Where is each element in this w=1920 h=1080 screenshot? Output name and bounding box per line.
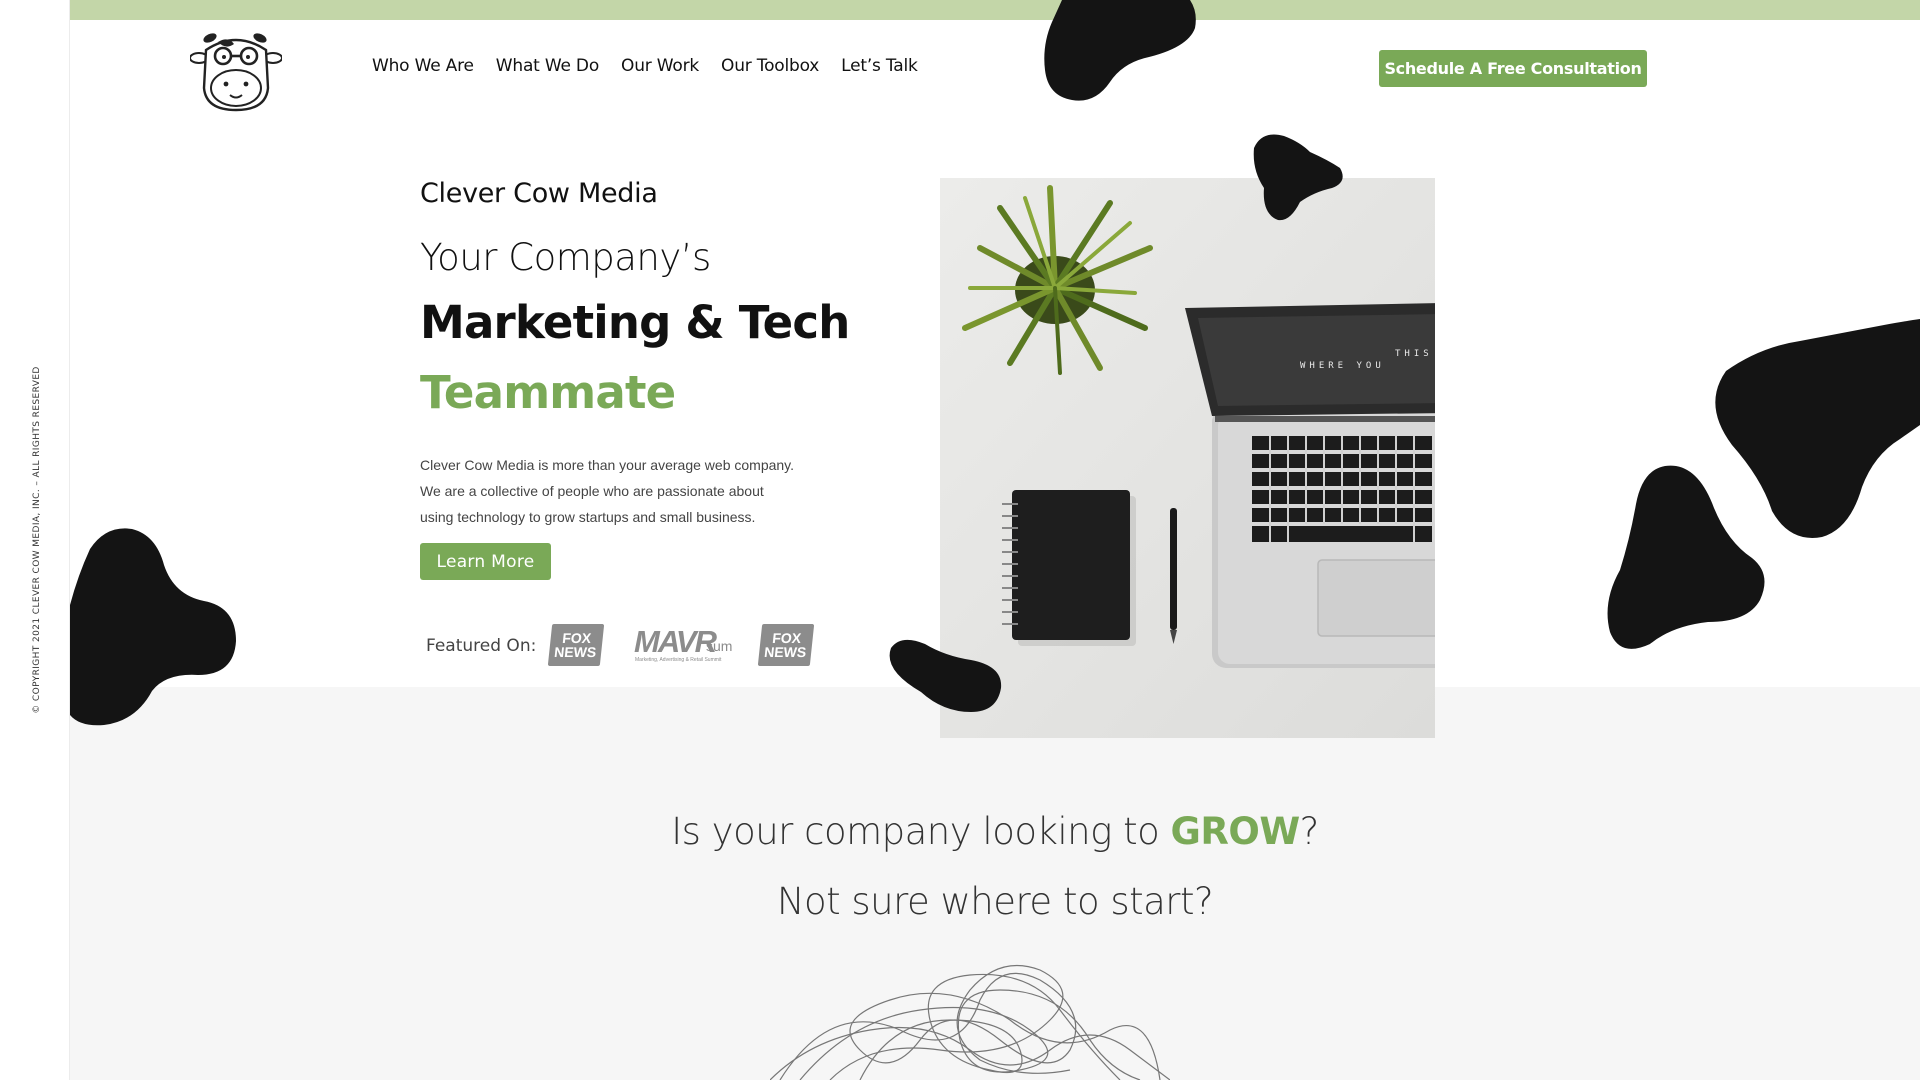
pen-icon: [1170, 508, 1177, 644]
nav-what-we-do[interactable]: What We Do: [496, 56, 599, 76]
top-accent-bar: [70, 0, 1920, 20]
hero-headline-line2: Marketing & Tech: [420, 296, 850, 349]
featured-on-label: Featured On:: [426, 636, 537, 656]
main-nav: Who We Are What We Do Our Work Our Toolb…: [372, 56, 918, 76]
laptop-icon: THIS IS WHERE YOU: [1185, 303, 1435, 668]
hero-description-line: We are a collective of people who are pa…: [420, 483, 764, 499]
mavrsum-logo-tagline: Marketing, Advertising & Retail Summit: [635, 657, 722, 663]
nav-our-work[interactable]: Our Work: [621, 56, 699, 76]
cow-spot-decoration: [70, 528, 236, 726]
copyright-text: © COPYRIGHT 2021 CLEVER COW MEDIA, INC. …: [32, 366, 42, 714]
laptop-screen-text: THIS IS: [1395, 349, 1435, 359]
cow-spot-decoration: [1044, 0, 1196, 101]
cow-face-logo-icon[interactable]: [190, 28, 282, 112]
notebook-icon: [1002, 490, 1136, 646]
hero-description-line: using technology to grow startups and sm…: [420, 509, 756, 525]
fox-news-logo-top: FOX: [561, 630, 592, 646]
section2-subtitle: Not sure where to start?: [776, 880, 1214, 923]
cow-spot-decoration: [1607, 465, 1765, 649]
section2-question: Is your company looking to GROW?: [70, 810, 1920, 853]
nav-who-we-are[interactable]: Who We Are: [372, 56, 474, 76]
cow-spot-decoration: [889, 639, 1002, 712]
tangled-line-illustration: [770, 964, 1170, 1080]
cow-spot-decoration: [1253, 134, 1343, 221]
laptop-screen-text: WHERE YOU: [1300, 361, 1385, 371]
hero-description: Clever Cow Media is more than your avera…: [420, 452, 840, 530]
side-rail: © COPYRIGHT 2021 CLEVER COW MEDIA, INC. …: [0, 0, 70, 1080]
fox-news-logo-top: FOX: [771, 630, 802, 646]
mavrsum-logo: MAVR sum Marketing, Advertising & Retail…: [634, 624, 742, 666]
fox-news-logo: FOX NEWS: [547, 624, 605, 666]
nav-our-toolbox[interactable]: Our Toolbox: [721, 56, 819, 76]
learn-more-button[interactable]: Learn More: [420, 543, 551, 580]
mavrsum-logo-suffix: sum: [706, 638, 733, 654]
mavrsum-logo-main: MAVR: [634, 624, 717, 659]
hero-headline-line1: Your Company’s: [420, 236, 711, 279]
hero-photo: THIS IS WHERE YOU: [940, 178, 1435, 738]
section2-grow-highlight: GROW: [1170, 810, 1301, 853]
fox-news-logo: FOX NEWS: [757, 624, 815, 666]
fox-news-logo-bottom: NEWS: [763, 644, 808, 660]
nav-lets-talk[interactable]: Let’s Talk: [841, 56, 918, 76]
hero-description-line: Clever Cow Media is more than your avera…: [420, 457, 795, 473]
section2-question-pre: Is your company looking to: [671, 810, 1171, 853]
hero-headline-line3: Teammate: [420, 366, 676, 419]
section2-question-post: ?: [1299, 810, 1320, 853]
hero-brand: Clever Cow Media: [420, 178, 658, 209]
schedule-consultation-button[interactable]: Schedule A Free Consultation: [1379, 50, 1647, 87]
fox-news-logo-bottom: NEWS: [553, 644, 598, 660]
